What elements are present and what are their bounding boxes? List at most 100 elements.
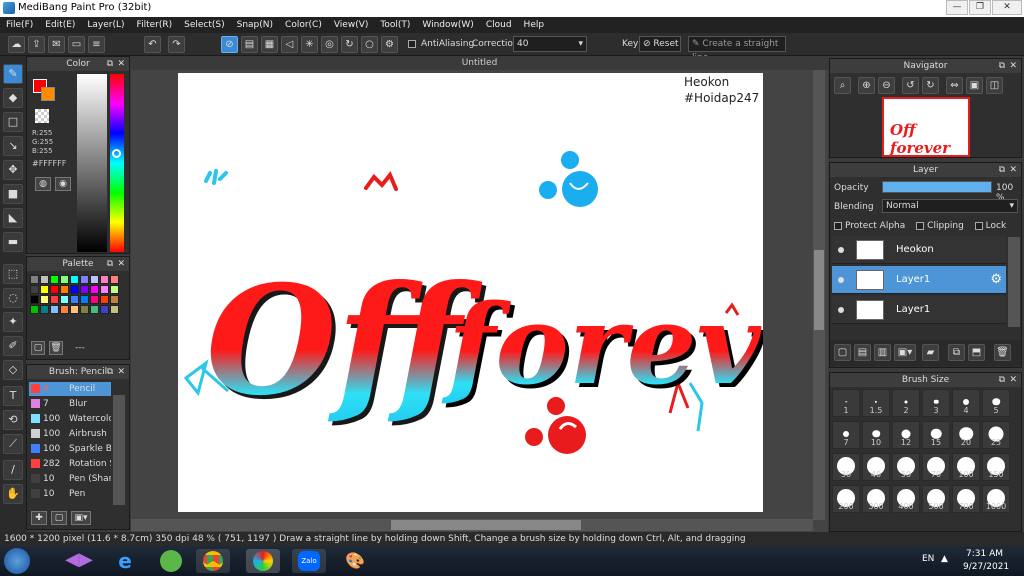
move-tool-icon[interactable]: ✥ [3, 160, 23, 180]
brush-size-cell[interactable]: 10 [862, 421, 890, 449]
new-layer-icon[interactable]: ▢ [834, 344, 851, 361]
canvas-tab[interactable]: Untitled [131, 56, 828, 70]
zoom-out-icon[interactable]: ⊖ [878, 77, 895, 94]
palette-swatch[interactable] [70, 285, 79, 294]
palette-swatch[interactable] [30, 285, 39, 294]
gear-icon[interactable]: ⚙ [381, 36, 398, 53]
menu-filter[interactable]: Filter(R) [131, 17, 179, 33]
parallel-snap-icon[interactable]: ▤ [241, 36, 258, 53]
navigator-preview[interactable]: Off forever [882, 97, 970, 157]
menu-layer[interactable]: Layer(L) [81, 17, 130, 33]
menu-file[interactable]: File(F) [0, 17, 39, 33]
close-button[interactable]: ✕ [992, 0, 1022, 15]
rotate-left-icon[interactable]: ↺ [902, 77, 919, 94]
chat-icon[interactable]: ▭ [68, 36, 85, 53]
transparent-color-swatch[interactable] [35, 109, 49, 123]
palette-swatch[interactable] [100, 305, 109, 314]
menu-snap[interactable]: Snap(N) [231, 17, 279, 33]
palette-swatch[interactable] [70, 275, 79, 284]
folder-icon[interactable]: ▰ [922, 344, 939, 361]
brush-size-cell[interactable]: 15 [922, 421, 950, 449]
palette-swatch[interactable] [110, 295, 119, 304]
dock-icon[interactable]: ⧉ [107, 257, 113, 271]
language-indicator[interactable]: EN [922, 554, 934, 564]
reset-button[interactable]: ⊘ Reset [639, 36, 681, 52]
hand-tool-icon[interactable]: ✋ [3, 484, 23, 504]
maximize-button[interactable]: ❐ [969, 0, 991, 15]
dock-icon[interactable]: ⧉ [999, 59, 1005, 73]
straight-line-button[interactable]: ✎ Create a straight line [688, 36, 786, 63]
layer-scrollbar[interactable] [1008, 237, 1020, 327]
gradient-tool-icon[interactable]: ▬ [3, 232, 23, 252]
brush-size-cell[interactable]: 500 [922, 485, 950, 513]
merge-layer-icon[interactable]: ⬒ [968, 344, 985, 361]
palette-swatch[interactable] [50, 295, 59, 304]
palette-swatch[interactable] [100, 295, 109, 304]
brush-size-cell[interactable]: 25 [982, 421, 1010, 449]
delete-layer-icon[interactable]: 🗑 [994, 344, 1011, 361]
document-icon[interactable]: ≡ [88, 36, 105, 53]
brush-size-cell[interactable]: 70 [922, 453, 950, 481]
palette-swatch[interactable] [60, 285, 69, 294]
brush-size-cell[interactable]: 12 [892, 421, 920, 449]
copy-brush-icon[interactable]: ▢ [51, 511, 67, 525]
visibility-icon[interactable] [838, 247, 844, 253]
cloud-icon[interactable]: ☁ [8, 36, 25, 53]
palette-swatch[interactable] [70, 305, 79, 314]
zalo-icon[interactable]: Zalo [292, 549, 326, 573]
visual-studio-icon[interactable]: ◀▶ [62, 549, 96, 573]
brush-item[interactable]: 100 Airbrush [29, 427, 111, 441]
minimize-button[interactable]: — [946, 0, 968, 15]
vertical-scroll-thumb[interactable] [814, 250, 824, 330]
select-pen-icon[interactable]: ✐ [3, 336, 23, 356]
brush-size-cell[interactable]: 200 [832, 485, 860, 513]
share-icon[interactable]: ⇪ [28, 36, 45, 53]
brush-size-cell[interactable]: 1.5 [862, 389, 890, 417]
blur-tool-icon[interactable]: ↘ [3, 136, 23, 156]
new-layer-1bit-icon[interactable]: ▥ [874, 344, 891, 361]
palette-swatch[interactable] [40, 275, 49, 284]
dock-icon[interactable]: ⧉ [999, 163, 1005, 177]
menu-edit[interactable]: Edit(E) [39, 17, 81, 33]
palette-swatch[interactable] [90, 305, 99, 314]
zoom-fit-icon[interactable]: ⌕ [834, 77, 851, 94]
circle-snap-icon[interactable]: ○ [361, 36, 378, 53]
brush-size-cell[interactable]: 20 [952, 421, 980, 449]
palette-swatch[interactable] [110, 275, 119, 284]
horizontal-scrollbar[interactable] [131, 519, 813, 531]
comment-icon[interactable]: ✉ [48, 36, 65, 53]
brush-size-cell[interactable]: 300 [862, 485, 890, 513]
redo-button[interactable]: ↷ [168, 36, 185, 53]
vertical-scrollbar[interactable] [813, 70, 825, 520]
duplicate-layer-icon[interactable]: ⧉ [948, 344, 965, 361]
palette-swatch[interactable] [100, 275, 109, 284]
palette-swatch[interactable] [80, 285, 89, 294]
gear-icon[interactable]: ⚙ [990, 272, 1002, 287]
brush-size-cell[interactable]: 2 [892, 389, 920, 417]
paint-icon[interactable]: 🎨 [338, 549, 372, 573]
menu-cloud[interactable]: Cloud [480, 17, 518, 33]
select-eraser-icon[interactable]: ◇ [3, 360, 23, 380]
brush-size-cell[interactable]: 700 [952, 485, 980, 513]
eyedropper-tool-icon[interactable]: ⟋ [3, 434, 23, 454]
close-icon[interactable]: ✕ [117, 57, 125, 71]
palette-swatch[interactable] [90, 285, 99, 294]
brush-item[interactable]: 7 Blur [29, 397, 111, 411]
concentric-snap-icon[interactable]: ◎ [321, 36, 338, 53]
brush-size-cell[interactable]: 1000 [982, 485, 1010, 513]
internet-explorer-icon[interactable]: e [108, 549, 142, 573]
lock-checkbox[interactable] [974, 221, 983, 230]
antialiasing-checkbox[interactable] [408, 40, 416, 48]
visibility-icon[interactable] [838, 277, 844, 283]
protect-alpha-checkbox[interactable] [834, 221, 842, 230]
dot-tool-icon[interactable]: □ [3, 112, 23, 132]
brush-size-cell[interactable]: 50 [892, 453, 920, 481]
palette-swatch[interactable] [30, 295, 39, 304]
rotate-right-icon[interactable]: ↻ [922, 77, 939, 94]
brush-menu-icon[interactable]: ▣▾ [71, 511, 91, 525]
medibang-icon[interactable] [246, 549, 280, 573]
visibility-icon[interactable] [838, 307, 844, 313]
palette-swatch[interactable] [40, 285, 49, 294]
dock-icon[interactable]: ⧉ [999, 373, 1005, 387]
color-settings-icon[interactable]: ◉ [55, 177, 71, 191]
